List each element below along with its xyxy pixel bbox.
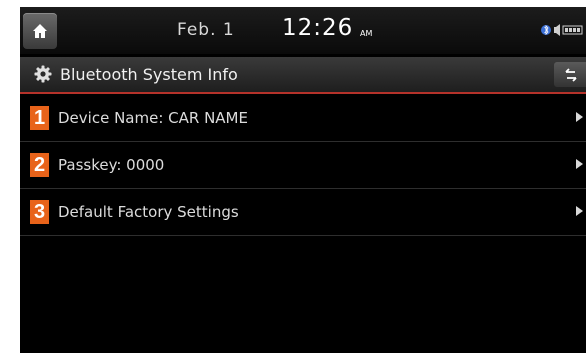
gear-icon bbox=[34, 65, 52, 83]
item-number-badge: 1 bbox=[30, 106, 49, 130]
title-bar: Bluetooth System Info bbox=[20, 57, 586, 94]
home-icon bbox=[33, 24, 47, 38]
menu-item-label: Passkey: 0000 bbox=[58, 156, 165, 174]
chevron-right-icon bbox=[576, 159, 583, 169]
menu-item-label: Device Name: CAR NAME bbox=[58, 109, 248, 127]
menu-item-default-factory-settings[interactable]: 3 Default Factory Settings bbox=[20, 189, 586, 236]
menu-item-passkey[interactable]: 2 Passkey: 0000 bbox=[20, 142, 586, 189]
audio-icon bbox=[554, 24, 560, 36]
chevron-right-icon bbox=[576, 206, 583, 216]
battery-icon bbox=[562, 25, 583, 35]
back-button[interactable] bbox=[554, 62, 586, 87]
clock-time: 12:26 bbox=[282, 15, 354, 41]
menu-item-label: Default Factory Settings bbox=[58, 203, 239, 221]
chevron-right-icon bbox=[576, 112, 583, 122]
item-number-badge: 3 bbox=[30, 200, 49, 224]
clock-ampm: AM bbox=[360, 29, 373, 38]
settings-list: 1 Device Name: CAR NAME 2 Passkey: 0000 … bbox=[20, 95, 586, 236]
head-unit-screen: Feb. 1 12:26 AM Bluetooth System Info 1 … bbox=[20, 7, 586, 353]
item-number-badge: 2 bbox=[30, 153, 49, 177]
page-title: Bluetooth System Info bbox=[60, 65, 238, 84]
status-icons bbox=[541, 24, 583, 36]
menu-item-device-name[interactable]: 1 Device Name: CAR NAME bbox=[20, 95, 586, 142]
bluetooth-icon bbox=[541, 25, 551, 35]
status-bar: Feb. 1 12:26 AM bbox=[20, 7, 586, 54]
date-display: Feb. 1 bbox=[177, 20, 235, 40]
back-icon bbox=[565, 68, 577, 82]
home-button[interactable] bbox=[23, 13, 57, 49]
